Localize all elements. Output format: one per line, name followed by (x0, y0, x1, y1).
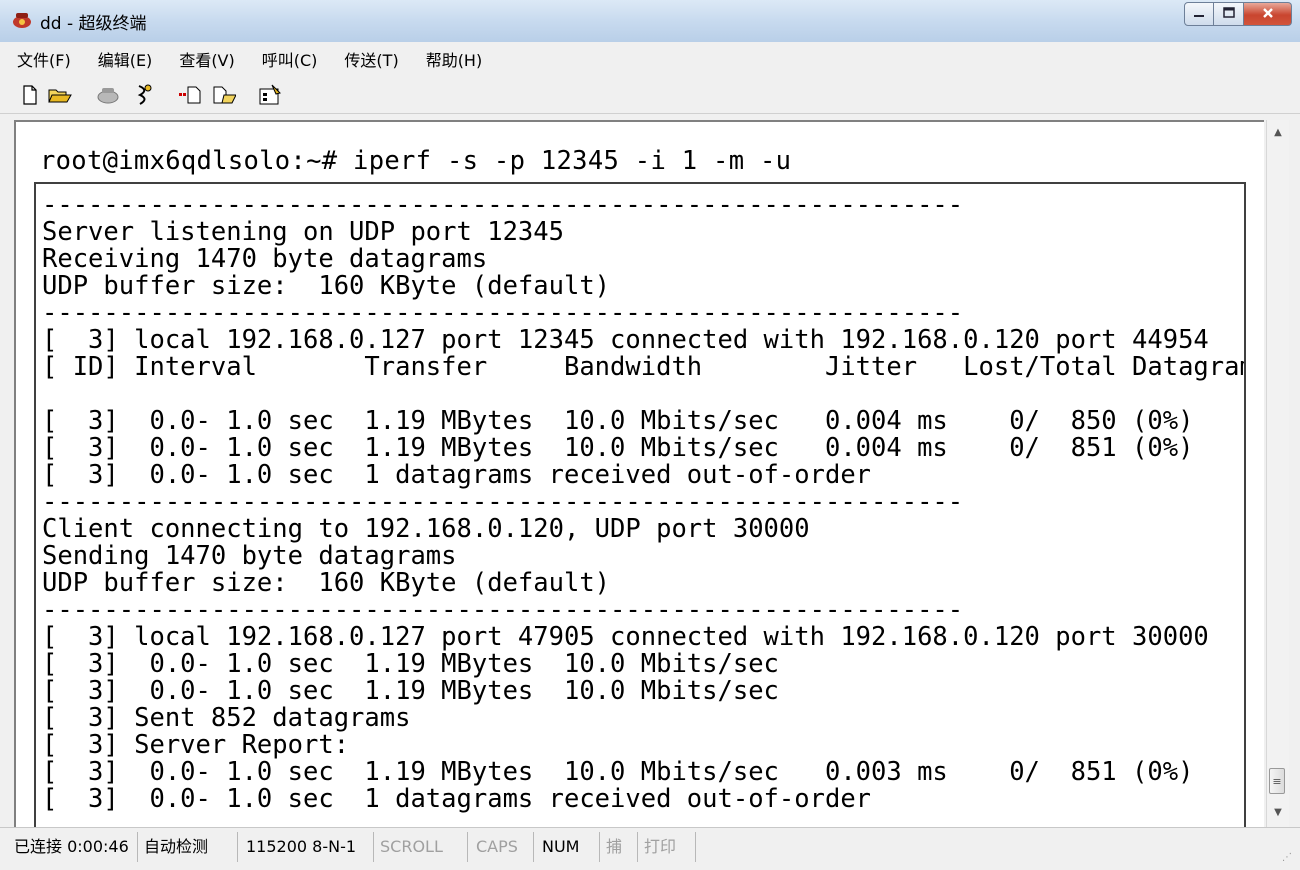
menu-transfer[interactable]: 传送(T) (341, 45, 401, 73)
receive-icon[interactable] (212, 84, 236, 106)
send-icon[interactable] (178, 84, 202, 106)
terminal-line: UDP buffer size: 160 KByte (default) (42, 568, 611, 598)
terminal-line: [ 3] 0.0- 1.0 sec 1.19 MBytes 10.0 Mbits… (42, 433, 1194, 463)
maximize-icon (1222, 6, 1235, 22)
terminal-line: ----------------------------------------… (42, 190, 964, 220)
terminal-line: UDP buffer size: 160 KByte (default) (42, 271, 611, 301)
minimize-button[interactable] (1184, 2, 1214, 26)
hyperterminal-phone-icon[interactable] (12, 10, 32, 30)
status-port-settings: 115200 8-N-1 (242, 832, 374, 862)
terminal-line: Client connecting to 192.168.0.120, UDP … (42, 514, 810, 544)
terminal-line: Receiving 1470 byte datagrams (42, 244, 488, 274)
menu-call[interactable]: 呼叫(C) (259, 45, 321, 73)
disconnect-icon[interactable] (132, 84, 156, 106)
title-bar[interactable]: dd - 超级终端 (0, 0, 1300, 43)
arrow-up-icon: ▲ (1274, 126, 1282, 138)
window-title: dd - 超级终端 (40, 14, 147, 34)
status-capture: 捕 (602, 832, 638, 862)
maximize-button[interactable] (1214, 2, 1244, 26)
scroll-up-button[interactable]: ▲ (1267, 122, 1289, 142)
vertical-scrollbar[interactable]: ▲ ≡ ▼ (1266, 120, 1289, 827)
terminal-line: [ 3] 0.0- 1.0 sec 1.19 MBytes 10.0 Mbits… (42, 406, 1194, 436)
close-icon (1262, 5, 1274, 23)
terminal-line: [ ID] Interval Transfer Bandwidth Jitter… (42, 352, 1246, 382)
properties-icon[interactable] (258, 84, 282, 106)
terminal-line: ----------------------------------------… (42, 487, 964, 517)
menu-view[interactable]: 查看(V) (176, 45, 237, 73)
terminal-line: [ 3] local 192.168.0.127 port 12345 conn… (42, 325, 1209, 355)
status-caps: CAPS (472, 832, 534, 862)
terminal-line: [ 3] Sent 852 datagrams (42, 703, 411, 733)
open-folder-icon[interactable] (48, 84, 72, 106)
status-connected: 已连接 0:00:46 (10, 832, 138, 862)
status-scroll: SCROLL (376, 832, 468, 862)
terminal-area[interactable]: root@imx6qdlsolo:~# iperf -s -p 12345 -i… (14, 120, 1264, 842)
close-button[interactable] (1244, 2, 1292, 26)
terminal-line: [ 3] local 192.168.0.127 port 47905 conn… (42, 622, 1209, 652)
menu-edit[interactable]: 编辑(E) (95, 45, 156, 73)
arrow-down-icon: ▼ (1274, 806, 1282, 818)
status-num: NUM (538, 832, 600, 862)
new-document-icon[interactable] (18, 84, 42, 106)
status-bar: 已连接 0:00:46 自动检测 115200 8-N-1 SCROLL CAP… (0, 827, 1300, 870)
call-icon[interactable] (96, 84, 120, 106)
grip-lines-icon: ≡ (1272, 774, 1282, 788)
scroll-down-button[interactable]: ▼ (1267, 802, 1289, 822)
menu-file[interactable]: 文件(F) (14, 45, 74, 73)
toolbar (0, 76, 1300, 114)
minimize-icon (1193, 7, 1205, 22)
terminal-line: ----------------------------------------… (42, 298, 964, 328)
status-print: 打印 (640, 832, 696, 862)
terminal-line: [ 3] 0.0- 1.0 sec 1.19 MBytes 10.0 Mbits… (42, 757, 1194, 787)
terminal-line: [ 3] Server Report: (42, 730, 350, 760)
terminal-line: Sending 1470 byte datagrams (42, 541, 457, 571)
status-auto-detect: 自动检测 (140, 832, 238, 862)
menu-help[interactable]: 帮助(H) (423, 45, 486, 73)
terminal-line: ----------------------------------------… (42, 595, 964, 625)
terminal-line: [ 3] 0.0- 1.0 sec 1.19 MBytes 10.0 Mbits… (42, 676, 779, 706)
scroll-thumb[interactable]: ≡ (1269, 768, 1285, 794)
terminal-frame: root@imx6qdlsolo:~# iperf -s -p 12345 -i… (0, 114, 1300, 842)
terminal-output[interactable]: ----------------------------------------… (34, 182, 1246, 842)
menu-bar: 文件(F) 编辑(E) 查看(V) 呼叫(C) 传送(T) 帮助(H) (0, 42, 1300, 76)
resize-grip-icon[interactable]: ⋰ (1282, 852, 1296, 866)
terminal-line: [ 3] 0.0- 1.0 sec 1 datagrams received o… (42, 784, 872, 814)
terminal-line: [ 3] 0.0- 1.0 sec 1.19 MBytes 10.0 Mbits… (42, 649, 779, 679)
window-controls (1184, 2, 1292, 26)
terminal-command-line: root@imx6qdlsolo:~# iperf -s -p 12345 -i… (40, 146, 792, 176)
terminal-line: Server listening on UDP port 12345 (42, 217, 564, 247)
terminal-line: [ 3] 0.0- 1.0 sec 1 datagrams received o… (42, 460, 872, 490)
